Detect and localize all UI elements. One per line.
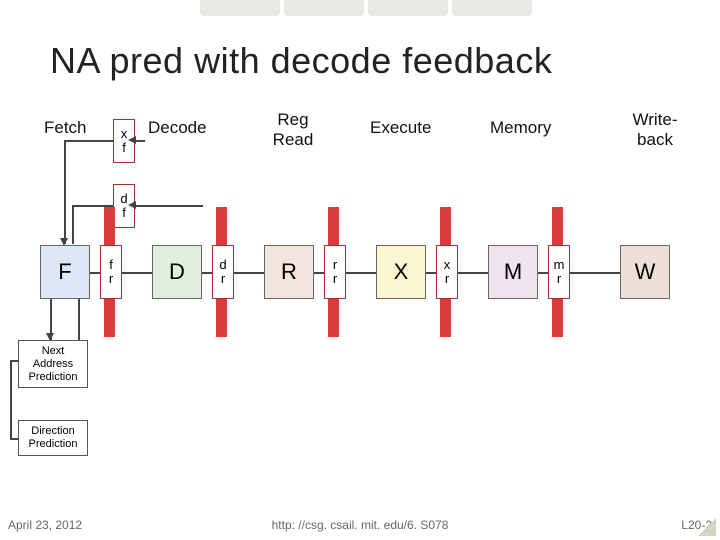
reg-xr: x r: [436, 245, 458, 299]
wire: [122, 272, 152, 274]
reg-mr: m r: [548, 245, 570, 299]
reg-fr-top: f: [109, 258, 113, 272]
stage-X-label: X: [394, 259, 409, 285]
wire: [538, 272, 548, 274]
stage-R-label: R: [281, 259, 297, 285]
wire: [64, 140, 66, 244]
wire: [570, 272, 620, 274]
reg-rr-bot: r: [333, 272, 337, 286]
label-decode: Decode: [148, 118, 207, 138]
reg-rr: r r: [324, 245, 346, 299]
wire: [346, 272, 376, 274]
reg-df-top: d: [120, 192, 127, 206]
label-memory: Memory: [490, 118, 551, 138]
wire: [202, 272, 212, 274]
wire: [78, 299, 80, 340]
tab: [368, 0, 448, 16]
wire: [426, 272, 436, 274]
label-execute: Execute: [370, 118, 431, 138]
nap-label: Next Address Prediction: [29, 345, 78, 383]
stage-X: X: [376, 245, 426, 299]
stage-D-label: D: [169, 259, 185, 285]
direction-prediction-box: Direction Prediction: [18, 420, 88, 456]
arrow-into-xf: [128, 136, 136, 144]
stage-M: M: [488, 245, 538, 299]
reg-fr: f r: [100, 245, 122, 299]
slide-tabs: [200, 0, 532, 16]
page-corner-decoration: [698, 518, 716, 536]
tab: [200, 0, 280, 16]
wire: [10, 360, 18, 362]
tab: [452, 0, 532, 16]
label-regread: Reg Read: [268, 110, 318, 150]
stage-W: W: [620, 245, 670, 299]
reg-mr-top: m: [554, 258, 565, 272]
reg-xf-top: x: [121, 127, 128, 141]
wire: [135, 205, 203, 207]
reg-rr-top: r: [333, 258, 337, 272]
wire: [234, 272, 264, 274]
wire: [314, 272, 324, 274]
wire: [135, 140, 145, 142]
reg-fr-bot: r: [109, 272, 113, 286]
stage-M-label: M: [504, 259, 522, 285]
pipeline-row: F f r D d r R r r X x r M m r W: [0, 245, 720, 325]
reg-mr-bot: r: [557, 272, 561, 286]
wire: [458, 272, 488, 274]
slide-title: NA pred with decode feedback: [50, 40, 552, 82]
reg-dr: d r: [212, 245, 234, 299]
wire: [72, 205, 74, 244]
reg-dr-bot: r: [221, 272, 225, 286]
stage-R: R: [264, 245, 314, 299]
footer-url: http: //csg. csail. mit. edu/6. S078: [0, 518, 720, 532]
reg-xr-top: x: [444, 258, 451, 272]
stage-F-label: F: [58, 259, 71, 285]
reg-xr-bot: r: [445, 272, 449, 286]
stage-W-label: W: [635, 259, 656, 285]
arrow-down: [46, 333, 54, 345]
arrow-into-df: [128, 201, 136, 209]
wire: [10, 360, 12, 438]
stage-F: F: [40, 245, 90, 299]
wire: [10, 438, 18, 440]
tab: [284, 0, 364, 16]
wire: [64, 140, 113, 142]
label-fetch: Fetch: [44, 118, 87, 138]
dir-label: Direction Prediction: [29, 425, 78, 450]
reg-df-bot: f: [122, 206, 126, 220]
wire: [90, 272, 100, 274]
reg-dr-top: d: [219, 258, 226, 272]
label-writeback: Write- back: [620, 110, 690, 150]
reg-xf-bot: f: [122, 141, 126, 155]
stage-D: D: [152, 245, 202, 299]
next-address-prediction-box: Next Address Prediction: [18, 340, 88, 388]
